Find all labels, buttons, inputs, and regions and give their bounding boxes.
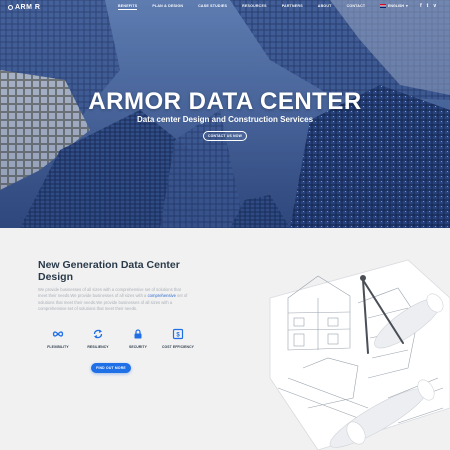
design-section: New Generation Data Center Design We pro… [0, 228, 450, 450]
features-list: FLEXIBILITY RESILIENCY SECURITY $ COST E… [38, 328, 198, 349]
social-links: f t v [420, 3, 436, 9]
feature-cost-efficiency: $ COST EFFICIENCY [158, 328, 198, 349]
hero-section: ARM R BENEFITS PLAN & DESIGN CASE STUDIE… [0, 0, 450, 228]
nav-link-resources[interactable]: RESOURCES [242, 4, 267, 10]
logo[interactable]: ARM R [8, 4, 40, 11]
hero-title: ARMOR DATA CENTER [88, 88, 362, 115]
nav-links: BENEFITS PLAN & DESIGN CASE STUDIES RESO… [118, 4, 380, 10]
feature-label: COST EFFICIENCY [161, 345, 195, 349]
language-selector[interactable]: ENGLISH ▾ [380, 4, 408, 8]
hero-subtitle: Data center Design and Construction Serv… [136, 115, 314, 124]
feature-security: SECURITY [118, 328, 158, 349]
logo-text: ARM R [15, 4, 41, 11]
lock-icon [134, 329, 142, 339]
feature-label: FLEXIBILITY [47, 345, 69, 349]
nav-link-case-studies[interactable]: CASE STUDIES [198, 4, 227, 10]
nav-link-partners[interactable]: PARTNERS [282, 4, 303, 10]
dollar-icon: $ [172, 328, 184, 340]
feature-label: RESILIENCY [87, 345, 109, 349]
uk-flag-icon [380, 4, 386, 8]
chevron-down-icon: ▾ [405, 4, 408, 8]
top-navigation: ARM R BENEFITS PLAN & DESIGN CASE STUDIE… [0, 0, 450, 18]
nav-link-contact[interactable]: CONTACT [347, 4, 366, 10]
find-out-more-button[interactable]: FIND OUT MORE [91, 363, 131, 373]
refresh-icon [93, 329, 103, 339]
twitter-icon[interactable]: t [427, 3, 429, 9]
section-text: We provide businesses of all sizes with … [38, 287, 188, 312]
nav-link-about[interactable]: ABOUT [318, 4, 332, 10]
contact-us-button[interactable]: CONTACT US NOW [203, 131, 247, 141]
language-label: ENGLISH [388, 4, 404, 8]
blueprint-illustration [269, 259, 450, 450]
vimeo-icon[interactable]: v [433, 3, 436, 9]
comprehensive-link[interactable]: comprehensive [148, 293, 176, 298]
nav-link-benefits[interactable]: BENEFITS [118, 4, 138, 10]
feature-resiliency: RESILIENCY [78, 328, 118, 349]
svg-text:$: $ [176, 333, 180, 339]
nav-link-plan-design[interactable]: PLAN & DESIGN [152, 4, 183, 10]
feature-flexibility: FLEXIBILITY [38, 328, 78, 349]
section-title: New Generation Data Center Design [38, 259, 180, 283]
infinity-icon [52, 331, 64, 337]
logo-mark-icon [8, 5, 13, 10]
page: ARM R BENEFITS PLAN & DESIGN CASE STUDIE… [0, 0, 450, 450]
feature-label: SECURITY [129, 345, 147, 349]
facebook-icon[interactable]: f [420, 3, 422, 9]
